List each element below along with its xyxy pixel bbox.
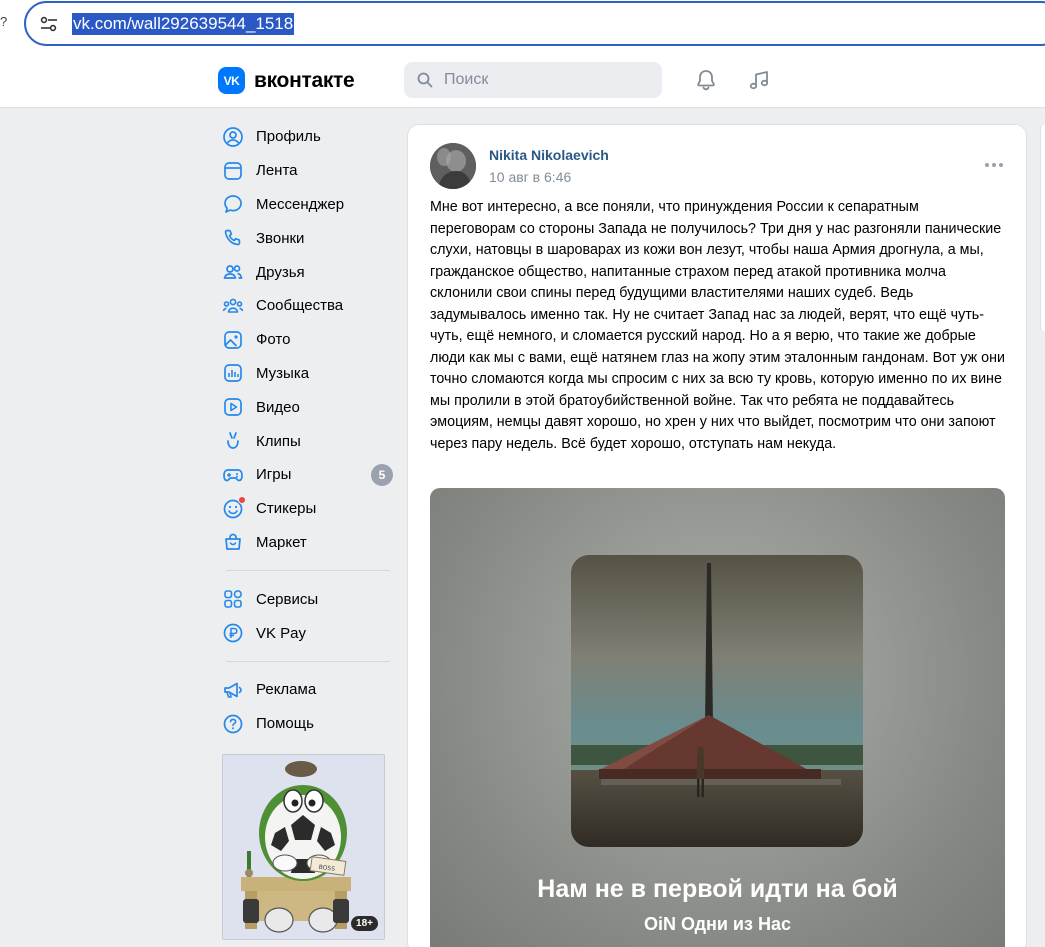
music-attachment[interactable]: Нам не в первой идти на бой OiN Одни из … [430, 488, 1005, 947]
age-rating-badge: 18+ [351, 916, 378, 931]
browser-toolbar: ? vk.com/wall292639544_1518 [0, 0, 1045, 52]
track-title: Нам не в первой идти на бой [537, 875, 898, 903]
nav-item-music[interactable]: Музыка [220, 357, 395, 391]
vk-header: VK вконтакте [0, 52, 1045, 108]
nav-item-stickers[interactable]: Стикеры [220, 492, 395, 526]
nav-item-profile[interactable]: Профиль [220, 120, 395, 154]
nav-label: Клипы [256, 432, 301, 450]
market-icon [222, 531, 244, 553]
album-cover-image[interactable] [571, 555, 863, 847]
nav-label: Лента [256, 162, 298, 180]
nav-divider [226, 570, 390, 572]
services-icon [222, 588, 244, 610]
bell-icon[interactable] [694, 68, 718, 92]
vkpay-icon [222, 622, 244, 644]
games-icon [222, 464, 244, 486]
ads-icon [222, 679, 244, 701]
nav-label: Помощь [256, 715, 314, 733]
stickers-icon [222, 495, 246, 520]
nav-item-services[interactable]: Сервисы [220, 582, 395, 616]
nav-item-friends[interactable]: Друзья [220, 255, 395, 289]
search-icon [417, 72, 433, 88]
post-author-link[interactable]: Nikita Nikolaevich [489, 147, 609, 163]
nav-label: Звонки [256, 229, 305, 247]
nav-item-ads[interactable]: Реклама [220, 673, 395, 707]
site-info-icon[interactable] [39, 14, 59, 34]
nav-label: Друзья [256, 263, 305, 281]
sticker-promo-banner[interactable]: BOSS 18+ [222, 754, 385, 940]
nav-item-photo[interactable]: Фото [220, 323, 395, 357]
search-box[interactable] [404, 62, 662, 98]
music-icon [222, 362, 244, 384]
nav-label: Фото [256, 331, 291, 349]
browser-edge-glyph: ? [0, 14, 8, 29]
communities-icon [222, 295, 244, 317]
nav-item-market[interactable]: Маркет [220, 526, 395, 560]
nav-label: Сервисы [256, 590, 319, 608]
post-text: Мне вот интересно, а все поняли, что при… [430, 199, 1005, 452]
nav-label: Музыка [256, 364, 310, 382]
wall-post: Nikita Nikolaevich 10 авг в 6:46 Мне вот… [407, 124, 1027, 947]
phone-icon [222, 227, 244, 249]
nav-item-clips[interactable]: Клипы [220, 424, 395, 458]
help-icon [222, 713, 244, 735]
photo-icon [222, 329, 244, 351]
profile-icon [222, 126, 244, 148]
feed-icon [222, 160, 244, 182]
left-nav: Профиль Лента Мессенджер Звонки Друзья С… [220, 120, 395, 741]
nav-item-games[interactable]: Игры 5 [220, 458, 395, 492]
nav-label: Видео [256, 398, 300, 416]
nav-item-video[interactable]: Видео [220, 390, 395, 424]
nav-item-communities[interactable]: Сообщества [220, 289, 395, 323]
games-count-badge: 5 [371, 463, 393, 486]
author-avatar[interactable] [430, 143, 476, 189]
url-text[interactable]: vk.com/wall292639544_1518 [72, 13, 295, 35]
video-icon [222, 396, 244, 418]
post-date-link[interactable]: 10 авг в 6:46 [489, 169, 571, 185]
right-side-panel-edge [1040, 124, 1045, 332]
notification-dot [238, 495, 246, 504]
vk-logo-icon: VK [218, 67, 245, 94]
nav-label: Сообщества [256, 297, 344, 315]
nav-label: Игры [256, 466, 292, 484]
nav-item-help[interactable]: Помощь [220, 707, 395, 741]
nav-label: Маркет [256, 533, 307, 551]
nav-label: Мессенджер [256, 195, 345, 213]
friends-icon [222, 261, 244, 283]
messenger-icon [222, 193, 244, 215]
nav-divider [226, 660, 390, 662]
nav-label: Стикеры [256, 500, 317, 518]
nav-item-feed[interactable]: Лента [220, 154, 395, 188]
nav-label: Реклама [256, 681, 317, 699]
vk-logo-text: вконтакте [254, 68, 355, 92]
more-options-icon[interactable] [984, 161, 1004, 169]
nav-item-calls[interactable]: Звонки [220, 221, 395, 255]
track-artist[interactable]: OiN Одни из Нас [430, 914, 1005, 935]
nav-label: Профиль [256, 128, 321, 146]
nav-item-vkpay[interactable]: VK Pay [220, 616, 395, 650]
soccer-ball-mascot-icon: BOSS [223, 755, 384, 939]
clips-icon [222, 430, 244, 452]
nav-item-messenger[interactable]: Мессенджер [220, 188, 395, 222]
search-input[interactable] [444, 62, 654, 98]
nav-label: VK Pay [256, 624, 307, 642]
music-note-icon[interactable] [747, 68, 771, 92]
vk-logo[interactable]: VK вконтакте [218, 67, 355, 94]
address-bar[interactable]: vk.com/wall292639544_1518 [24, 1, 1045, 46]
